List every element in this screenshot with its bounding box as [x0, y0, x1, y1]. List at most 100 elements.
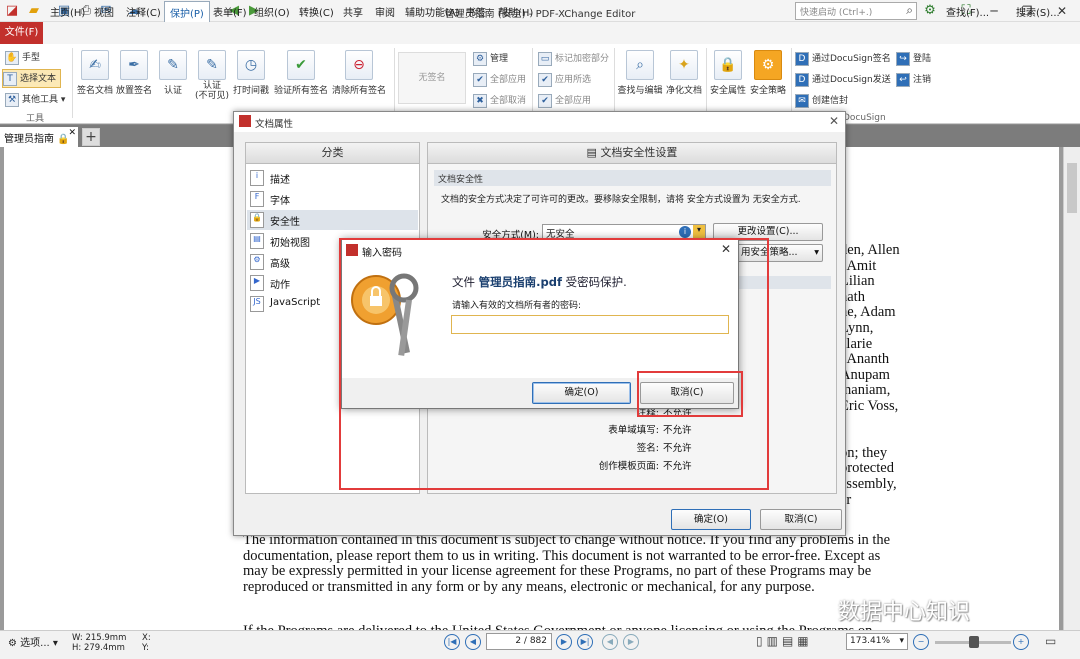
zoom-out-button[interactable]: −	[913, 634, 929, 650]
mark-redaction-button[interactable]: ▭ 标记加密部分	[538, 51, 609, 66]
page-dimensions: W: 215.9mm H: 279.4mm	[72, 633, 126, 653]
font-icon: F	[250, 191, 264, 207]
previous-page-button[interactable]: ◀	[465, 634, 481, 650]
props-dialog-title: 文档属性	[255, 119, 294, 130]
new-tab-button[interactable]: +	[82, 128, 100, 146]
menu-share[interactable]: 共享	[343, 4, 363, 19]
other-tools-button[interactable]: ⚒ 其他工具 ▾	[5, 92, 65, 107]
fit-page-icon[interactable]: ▭	[1045, 634, 1056, 648]
cancel-all-button[interactable]: ✖ 全部取消	[473, 93, 526, 108]
document-text-line: den, Allen	[840, 242, 900, 258]
next-page-button[interactable]: ▶	[556, 634, 572, 650]
apply-policy-label: 用安全策略...	[741, 247, 798, 258]
manage-icon: ⚙	[473, 51, 487, 66]
zoom-select[interactable]: 173.41% ▾	[846, 633, 908, 650]
props-close-button[interactable]: ✕	[829, 114, 839, 128]
place-signature-button[interactable]: ✒ 放置签名	[114, 50, 154, 96]
cursor-coordinates: X: Y:	[142, 633, 151, 653]
menu-home[interactable]: 主页(H)	[50, 4, 85, 19]
group-label-tools: 工具	[26, 114, 45, 124]
apply-security-policy-button[interactable]: 用安全策略... ▾	[737, 244, 823, 262]
select-text-tool[interactable]: T 选择文本	[2, 69, 62, 88]
menu-review[interactable]: 审阅	[375, 4, 395, 19]
security-settings-header: ▤ 文档安全性设置	[427, 142, 837, 164]
total-pages: / 882	[523, 636, 547, 646]
password-cancel-button[interactable]: 取消(C)	[640, 382, 734, 404]
sign-document-button[interactable]: ✍ 签名文档	[76, 50, 114, 96]
close-tab-icon[interactable]: ✕	[68, 128, 76, 138]
zoom-in-button[interactable]: +	[1013, 634, 1029, 650]
clear-all-signatures-button[interactable]: ⊖ 清除所有签名	[330, 50, 388, 96]
password-input[interactable]	[451, 315, 729, 334]
certify-invisible-button[interactable]: ✎ 认证 (不可见)	[192, 50, 232, 101]
document-text-line	[840, 430, 1060, 446]
verify-all-signatures-button[interactable]: ✔ 验证所有签名	[272, 50, 330, 96]
menu-file[interactable]: 文件(F)	[0, 22, 43, 44]
timestamp-button[interactable]: ◷ 打时间戳	[231, 50, 271, 96]
find-button[interactable]: 查找(F)...	[946, 4, 989, 19]
quick-launch-placeholder: 快速启动 (Ctrl+.)	[800, 8, 873, 18]
logout-button[interactable]: ↩ 注销	[896, 72, 931, 87]
category-fonts[interactable]: F 字体	[247, 189, 418, 209]
document-icon: ▤	[586, 146, 601, 159]
search-button[interactable]: 搜索(S)...	[1016, 4, 1060, 19]
props-ok-button[interactable]: 确定(O)	[671, 509, 751, 530]
gear-icon: ⚙	[8, 638, 21, 649]
menu-form[interactable]: 表单(F)	[213, 4, 247, 19]
category-security[interactable]: 🔒 安全性	[247, 210, 418, 230]
info-icon[interactable]: i	[679, 226, 691, 238]
password-close-button[interactable]: ✕	[721, 242, 731, 256]
last-page-button[interactable]: ▶|	[577, 634, 593, 650]
docusign-icon: D	[795, 51, 809, 66]
zoom-slider-handle[interactable]	[969, 636, 979, 648]
security-method-select[interactable]: 无安全 i ▾	[542, 224, 706, 240]
options-label: 选项...	[20, 638, 50, 649]
props-cancel-button[interactable]: 取消(C)	[760, 509, 842, 530]
apply-selected-button[interactable]: ✔ 应用所选	[538, 72, 591, 87]
login-label: 登陆	[913, 54, 932, 64]
options-button[interactable]: ⚙ 选项... ▾	[8, 634, 58, 649]
password-ok-button[interactable]: 确定(O)	[532, 382, 631, 404]
page-number-input[interactable]: 2 / 882	[486, 633, 552, 650]
first-page-button[interactable]: |◀	[444, 634, 460, 650]
document-info-icon: i	[250, 170, 264, 186]
forward-view-button[interactable]: ▶	[623, 634, 639, 650]
sanitize-button[interactable]: ✦ 净化文档	[664, 50, 704, 96]
create-envelope-button[interactable]: ✉ 创建信封	[795, 93, 848, 108]
manage-label: 管理	[490, 54, 509, 64]
manage-button[interactable]: ⚙ 管理	[473, 51, 508, 66]
find-edit-button[interactable]: ⌕ 查找与编辑	[616, 50, 664, 96]
apply-all-button[interactable]: ✔ 全部应用	[473, 72, 526, 87]
menu-comment[interactable]: 注释(C)	[126, 4, 161, 19]
back-view-button[interactable]: ◀	[602, 634, 618, 650]
logout-icon: ↩	[896, 72, 910, 87]
current-page: 2	[515, 636, 522, 646]
hand-tool[interactable]: ✋ 手型	[5, 50, 40, 65]
docusign-sign-button[interactable]: D 通过DocuSign签名	[795, 51, 891, 66]
quick-launch-input[interactable]: 快速启动 (Ctrl+.) ⌕	[795, 2, 917, 20]
page-layout-icons[interactable]: ▯▥▤▦	[756, 634, 813, 648]
security-properties-button[interactable]: 🔒 安全属性	[708, 50, 748, 96]
docusign-send-button[interactable]: D 通过DocuSign发送	[795, 72, 891, 87]
sanitize-label: 净化文档	[665, 86, 702, 96]
menu-convert[interactable]: 转换(C)	[299, 4, 334, 19]
document-tab[interactable]: 管理员指南 🔒 ✕	[0, 127, 78, 147]
document-text-line: Lilian	[840, 273, 875, 290]
menu-protect[interactable]: 保护(P)	[164, 1, 210, 22]
menu-help[interactable]: 帮助(H)	[498, 4, 533, 19]
chevron-down-icon[interactable]: ▾	[693, 225, 705, 239]
menu-organize[interactable]: 组织(O)	[254, 4, 290, 19]
menu-view[interactable]: 视图	[94, 4, 114, 19]
apply-all-redaction-button[interactable]: ✔ 全部应用	[538, 93, 591, 108]
scrollbar-thumb[interactable]	[1067, 163, 1077, 213]
menu-bookmarks[interactable]: 书签	[466, 4, 486, 19]
settings-icon[interactable]: ⚙	[922, 3, 938, 19]
certify-button[interactable]: ✎ 认证	[155, 50, 191, 96]
security-policy-button[interactable]: ⚙ 安全策略	[747, 50, 789, 96]
menu-accessibility[interactable]: 辅助功能(A)	[405, 4, 460, 19]
login-button[interactable]: ↪ 登陆	[896, 51, 931, 66]
vertical-scrollbar[interactable]	[1063, 147, 1080, 630]
document-tab-label: 管理员指南	[4, 134, 54, 145]
category-description[interactable]: i 描述	[247, 168, 418, 188]
keys-icon	[351, 273, 419, 356]
